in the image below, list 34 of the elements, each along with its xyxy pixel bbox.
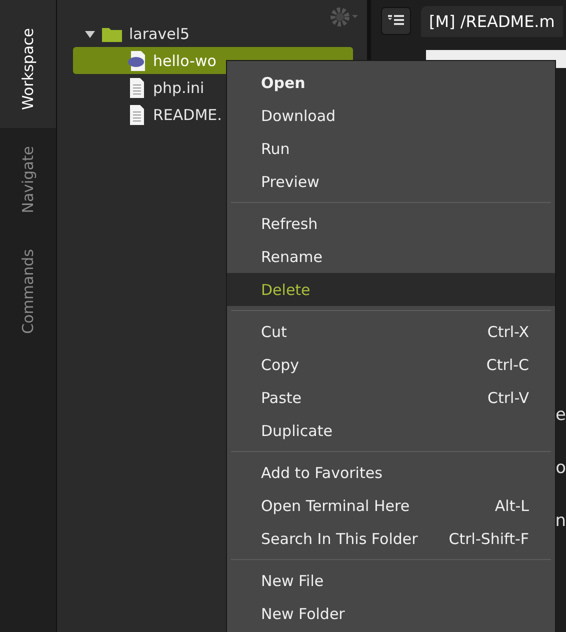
menu-item[interactable]: New File [227,564,555,597]
menu-item[interactable]: Cut Ctrl-X [227,315,555,348]
menu-item[interactable]: Preview [227,165,555,198]
code-text: n [555,511,566,531]
file-icon [127,76,147,98]
menu-item[interactable]: Add to Favorites [227,456,555,489]
menu-item[interactable]: Refresh [227,207,555,240]
menu-item[interactable]: Open Terminal Here Alt-L [227,489,555,522]
shortcut-text: Ctrl-C [486,356,529,374]
menu-item[interactable]: Paste Ctrl-V [227,381,555,414]
shortcut-text: Ctrl-V [488,388,529,406]
menu-item[interactable]: Copy Ctrl-C [227,348,555,381]
menu-item[interactable]: Rename [227,240,555,273]
php-file-icon [127,50,147,72]
menu-item[interactable]: Search In This Folder Ctrl-Shift-F [227,522,555,555]
shortcut-text: Ctrl-X [487,322,529,340]
menu-item[interactable]: New Folder [227,597,555,630]
file-icon [127,104,147,126]
tree-item[interactable]: laravel5 [73,20,353,47]
code-text: o [556,458,566,478]
shortcut-text: Ctrl-Shift-F [448,530,529,548]
code-text: e [556,405,566,425]
expand-arrow-icon[interactable] [85,28,95,38]
side-tab[interactable]: Workspace [0,0,56,128]
menu-button[interactable] [381,7,411,35]
editor-tab[interactable]: [M] /README.m [421,6,563,36]
menu-item[interactable]: Duplicate [227,414,555,447]
side-tab[interactable]: Navigate [0,128,56,232]
side-tab[interactable]: Commands [0,231,56,352]
menu-item[interactable]: Delete [227,273,555,306]
menu-item[interactable]: Run [227,132,555,165]
menu-item[interactable]: Download [227,99,555,132]
menu-icon [388,15,404,27]
shortcut-text: Alt-L [494,496,529,514]
